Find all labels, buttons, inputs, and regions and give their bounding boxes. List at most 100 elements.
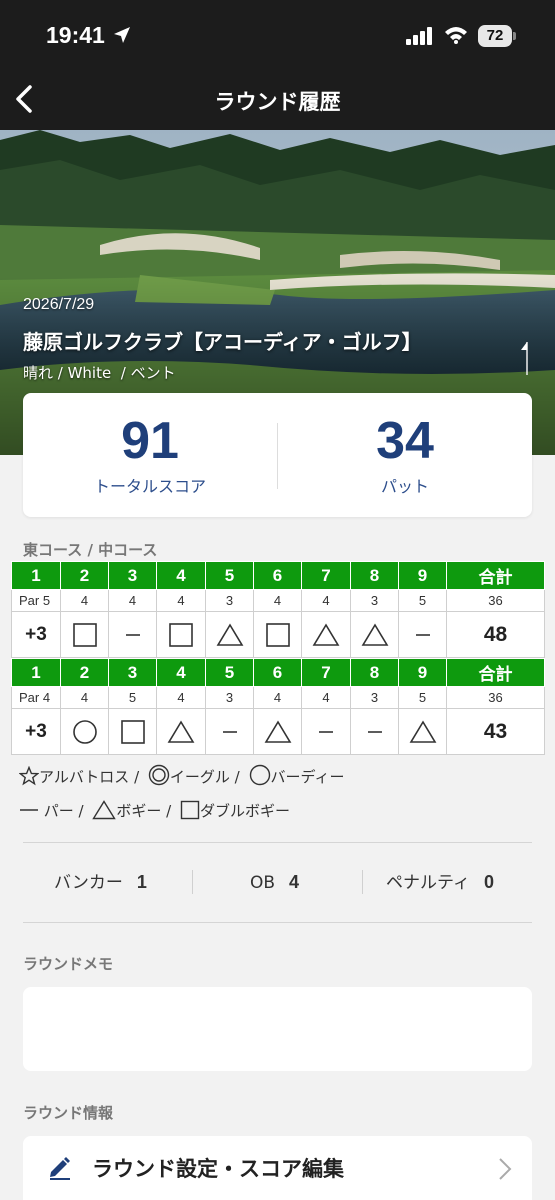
hole-par: 4 bbox=[60, 589, 109, 612]
hole-number: 6 bbox=[253, 658, 302, 687]
hole-result-circle[interactable] bbox=[60, 708, 109, 755]
hole-result-triangle[interactable] bbox=[156, 708, 206, 755]
status-time: 19:41 bbox=[46, 22, 105, 48]
hole-par: 5 bbox=[398, 589, 447, 612]
hole-number: 8 bbox=[350, 561, 399, 590]
hole-number: 4 bbox=[156, 561, 206, 590]
round-date: 2026/7/29 bbox=[23, 296, 95, 313]
hole-result-par[interactable] bbox=[398, 611, 447, 658]
hole-result-square[interactable] bbox=[253, 611, 302, 658]
round-settings-edit-button[interactable]: ラウンド設定・スコア編集 bbox=[23, 1136, 532, 1200]
hole-par: 4 bbox=[253, 589, 302, 612]
hole-number: 7 bbox=[301, 658, 351, 687]
status-bar: 19:41 72 bbox=[0, 0, 555, 70]
hole-result-triangle[interactable] bbox=[205, 611, 254, 658]
par-row: Par 4 4 5 4 3 4 4 3 5 36 bbox=[11, 686, 545, 709]
hole-header-row: 1 2 3 4 5 6 7 8 9 合計 bbox=[11, 658, 545, 687]
par-total: 36 bbox=[446, 686, 545, 709]
divider bbox=[23, 922, 532, 923]
hole-result-triangle[interactable] bbox=[301, 611, 351, 658]
par-total: 36 bbox=[446, 589, 545, 612]
round-stats: バンカー 1 OB 4 ペナルティ 0 bbox=[23, 860, 532, 904]
round-memo-field[interactable] bbox=[23, 987, 532, 1071]
scorecard-back: 1 2 3 4 5 6 7 8 9 合計 Par 4 4 5 4 3 4 4 3 5 36 +3 43 bbox=[11, 658, 545, 755]
hole-number: 4 bbox=[156, 658, 206, 687]
course-name: 藤原ゴルフクラブ【アコーディア・ゴルフ】 bbox=[23, 330, 422, 354]
stat-divider bbox=[362, 870, 363, 894]
putts-count: 34 bbox=[376, 412, 434, 470]
memo-section-label: ラウンドメモ bbox=[23, 955, 114, 973]
hole-par: 4 bbox=[108, 589, 157, 612]
hole-par: 4 bbox=[253, 686, 302, 709]
hole-result-triangle[interactable] bbox=[253, 708, 302, 755]
hole-result-par[interactable] bbox=[301, 708, 351, 755]
total-score-label: トータルスコア bbox=[93, 477, 206, 496]
hole-par: 4 bbox=[156, 589, 206, 612]
legend-line-1: アルバトロス / イーグル / バーディー bbox=[18, 764, 348, 787]
hole-result-par[interactable] bbox=[205, 708, 254, 755]
nav-bar: ラウンド履歴 bbox=[0, 70, 555, 130]
hole-number: 7 bbox=[301, 561, 351, 590]
wifi-icon bbox=[444, 26, 468, 48]
legend-birdie: バーディー bbox=[249, 764, 344, 787]
edit-label: ラウンド設定・スコア編集 bbox=[92, 1157, 344, 1181]
stat-divider bbox=[192, 870, 193, 894]
over-par: +3 bbox=[11, 708, 61, 755]
signal-icon bbox=[406, 27, 434, 49]
total-score: 91 bbox=[121, 412, 179, 470]
page-title: ラウンド履歴 bbox=[214, 90, 341, 114]
par-label: Par 5 bbox=[11, 589, 61, 612]
hole-result-par[interactable] bbox=[108, 611, 157, 658]
hole-number: 5 bbox=[205, 658, 254, 687]
stat-bunker: バンカー 1 bbox=[54, 872, 147, 893]
hole-result-square[interactable] bbox=[108, 708, 157, 755]
divider bbox=[23, 842, 532, 843]
round-conditions: 晴れ / White / ベント bbox=[23, 364, 176, 382]
putts-block: 34 パット bbox=[278, 393, 532, 517]
par-row: Par 5 4 4 4 3 4 4 3 5 36 bbox=[11, 589, 545, 612]
hole-par: 5 bbox=[398, 686, 447, 709]
over-par: +3 bbox=[11, 611, 61, 658]
scorecard-front: 1 2 3 4 5 6 7 8 9 合計 Par 5 4 4 4 3 4 4 3 5 36 +3 48 bbox=[11, 561, 545, 658]
hole-par: 5 bbox=[108, 686, 157, 709]
location-arrow-icon bbox=[113, 26, 131, 48]
hole-number: 9 bbox=[398, 658, 447, 687]
hole-par: 3 bbox=[205, 686, 254, 709]
square-icon bbox=[180, 800, 200, 820]
legend-albatross: アルバトロス / bbox=[18, 765, 139, 787]
stat-ob: OB 4 bbox=[250, 872, 300, 893]
hole-number: 2 bbox=[60, 658, 109, 687]
hole-result-par[interactable] bbox=[350, 708, 399, 755]
nine-total: 43 bbox=[446, 708, 545, 755]
result-row: +3 43 bbox=[11, 708, 545, 755]
hole-number: 1 bbox=[11, 658, 61, 687]
hole-result-triangle[interactable] bbox=[398, 708, 447, 755]
hole-number: 5 bbox=[205, 561, 254, 590]
ob-count: 4 bbox=[289, 872, 300, 892]
circle-icon bbox=[249, 764, 270, 786]
hole-number: 3 bbox=[108, 561, 157, 590]
legend-double-bogey: ダブルボギー bbox=[180, 800, 290, 821]
result-row: +3 48 bbox=[11, 611, 545, 658]
hole-par: 3 bbox=[205, 589, 254, 612]
par-label: Par 4 bbox=[11, 686, 61, 709]
hole-header-row: 1 2 3 4 5 6 7 8 9 合計 bbox=[11, 561, 545, 590]
star-icon bbox=[18, 765, 40, 786]
putts-label: パット bbox=[380, 477, 429, 496]
hole-result-square[interactable] bbox=[156, 611, 206, 658]
score-summary-card: 91 トータルスコア 34 パット bbox=[23, 393, 532, 517]
battery-icon: 72 bbox=[478, 25, 516, 47]
hole-par: 4 bbox=[60, 686, 109, 709]
hole-number: 3 bbox=[108, 658, 157, 687]
penalty-count: 0 bbox=[483, 872, 494, 892]
hole-result-triangle[interactable] bbox=[350, 611, 399, 658]
hole-par: 4 bbox=[156, 686, 206, 709]
legend-eagle: イーグル / bbox=[148, 764, 240, 787]
triangle-icon bbox=[92, 800, 117, 820]
pencil-icon bbox=[47, 1154, 73, 1184]
stat-penalty: ペナルティ 0 bbox=[386, 872, 494, 893]
hole-par: 4 bbox=[301, 686, 351, 709]
hole-par: 4 bbox=[301, 589, 351, 612]
hole-result-square[interactable] bbox=[60, 611, 109, 658]
battery-level: 72 bbox=[486, 27, 504, 44]
